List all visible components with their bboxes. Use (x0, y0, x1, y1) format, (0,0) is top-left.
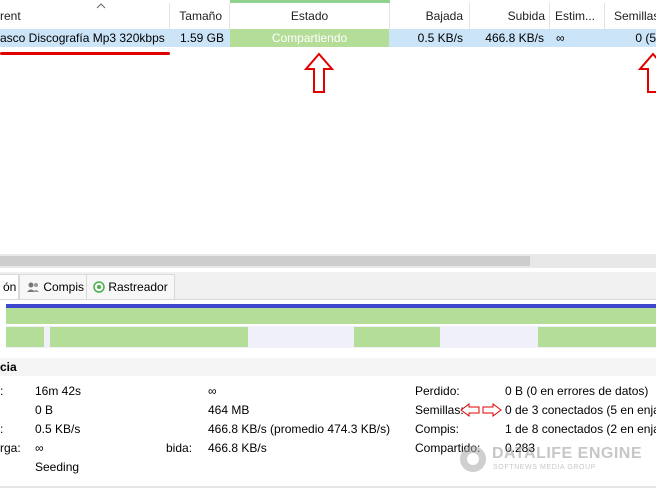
info-value-status: Seeding (35, 460, 80, 474)
info-value-lost: 0 B (0 en errores de datos) (505, 384, 649, 398)
red-underline-annotation (0, 52, 170, 55)
watermark-title: DATALIFE ENGINE (492, 445, 643, 462)
info-label: : (0, 422, 4, 436)
column-header-seeds[interactable]: Semillas (614, 5, 656, 27)
piece-segment (6, 327, 44, 347)
column-header-up[interactable]: Subida (470, 5, 549, 27)
column-header-state-label: Estado (290, 9, 329, 23)
torrent-size: 1.59 GB (179, 31, 224, 45)
column-header-up-label: Subida (507, 9, 545, 23)
torrent-upload-speed: 466.8 KB/s (485, 31, 544, 45)
watermark-logo: DATALIFE ENGINE SOFTNEWS MEDIA GROUP (460, 442, 656, 478)
horizontal-scrollbar[interactable] (0, 254, 656, 268)
piece-segment (50, 327, 248, 347)
torrent-seeds: 0 (5 (635, 31, 656, 45)
bottom-divider (0, 486, 656, 488)
section-title-text: cia (0, 360, 17, 374)
column-header-down-label: Bajada (425, 9, 463, 23)
tab-peers[interactable]: Compis (19, 274, 92, 299)
column-header-eta[interactable]: Estim... (555, 5, 605, 27)
info-label-lost: Perdido: (415, 384, 460, 398)
piece-segment (538, 327, 656, 347)
info-label: : (0, 384, 4, 398)
info-label-seeds: Semillas: (415, 403, 464, 417)
red-double-arrow-icon (460, 403, 502, 417)
column-header-down[interactable]: Bajada (390, 5, 469, 27)
torrent-eta: ∞ (556, 31, 565, 45)
watermark-icon (460, 446, 486, 472)
detail-tabs: ón Compis Rastreador (0, 272, 656, 300)
column-header-size[interactable]: Tamaño (170, 5, 228, 27)
red-up-arrow-icon (638, 52, 656, 93)
tab-info-label: ón (3, 280, 17, 294)
peers-icon (27, 282, 39, 292)
column-separator[interactable] (604, 3, 605, 29)
tab-trackers[interactable]: Rastreador (86, 274, 175, 299)
torrent-download-speed: 0.5 KB/s (417, 31, 463, 45)
torrent-row[interactable]: asco Discografía Mp3 320kbps 1.59 GB Com… (0, 29, 656, 47)
info-value-remaining: ∞ (208, 384, 217, 398)
column-separator[interactable] (549, 3, 550, 29)
availability-pieces-bar (6, 326, 656, 348)
column-header-eta-label: Estim... (555, 9, 596, 23)
torrent-state-badge: Compartiendo (230, 29, 389, 47)
info-label: rga: (0, 441, 21, 455)
info-value-limit: ∞ (35, 441, 44, 455)
info-value-uploaded: 464 MB (208, 403, 250, 417)
column-header-size-label: Tamaño (179, 9, 222, 23)
column-header-seeds-label: Semillas (614, 9, 656, 23)
info-value-up-speed: 466.8 KB/s (promedio 474.3 KB/s) (208, 422, 391, 436)
tab-info[interactable]: ón (0, 274, 19, 299)
column-header-torrent[interactable]: rent (0, 5, 100, 27)
info-value-up-limit: 466.8 KB/s (208, 441, 267, 455)
tab-trackers-label: Rastreador (108, 280, 168, 294)
red-up-arrow-icon (304, 52, 334, 93)
info-label-peers: Compis: (415, 422, 460, 436)
section-title: cia (0, 358, 656, 376)
info-label: bida: (166, 441, 193, 455)
info-value-downloaded: 0 B (35, 403, 54, 417)
column-header-bar: rent Tamaño Estado Bajada Subida Estim..… (0, 0, 656, 32)
sort-ascending-icon (96, 3, 106, 9)
scrollbar-thumb[interactable] (0, 256, 530, 266)
tab-peers-label: Compis (43, 280, 85, 294)
torrent-name: asco Discografía Mp3 320kbps (0, 31, 165, 45)
column-header-state[interactable]: Estado (230, 5, 389, 27)
piece-segment (354, 327, 440, 347)
watermark-subtitle: SOFTNEWS MEDIA GROUP (493, 464, 597, 471)
info-value-elapsed: 16m 42s (35, 384, 82, 398)
column-header-torrent-label: rent (0, 9, 21, 23)
info-value-peers: 1 de 8 conectados (2 en enjam (505, 422, 656, 436)
info-value-down-speed: 0.5 KB/s (35, 422, 81, 436)
tracker-icon (93, 281, 105, 293)
header-accent-line (230, 0, 390, 3)
downloaded-progress-bar (6, 304, 656, 324)
info-value-seeds: 0 de 3 conectados (5 en enjam (505, 403, 656, 417)
